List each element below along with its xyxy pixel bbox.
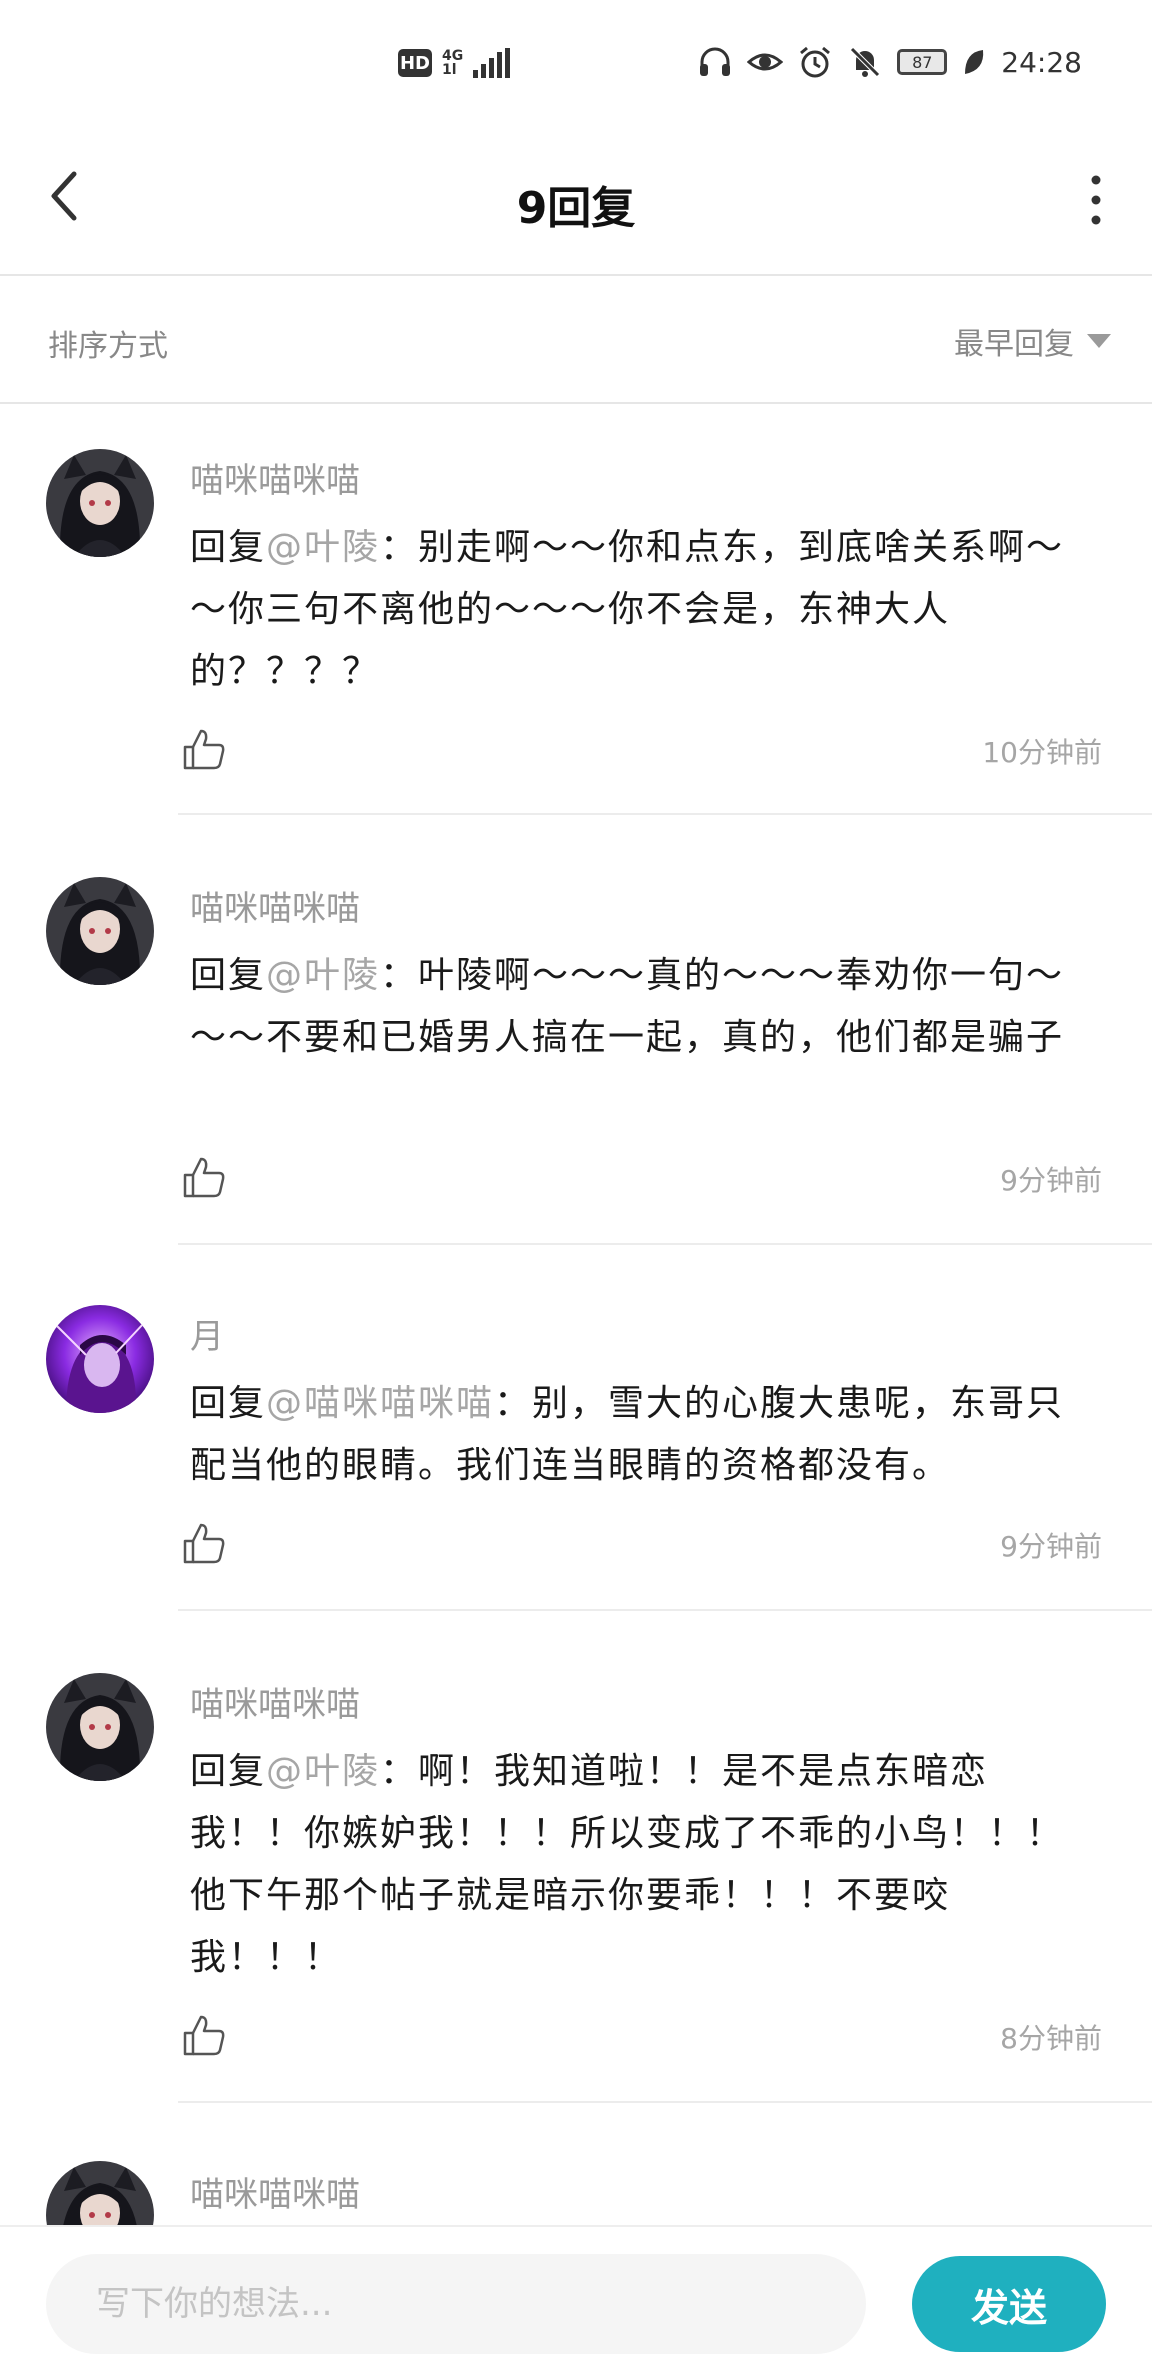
hd-badge: HD <box>398 49 432 77</box>
comment-username[interactable]: 喵咪喵咪喵 <box>190 453 360 502</box>
network-activity-label: 1l <box>442 62 457 78</box>
network-type: 4G 1l <box>442 49 463 77</box>
comment-item: 月 回复@喵咪喵咪喵：别，雪大的心腹大患呢，东哥只配当他的眼睛。我们连当眼睛的资… <box>0 1263 1152 1631</box>
sort-bar: 排序方式 最早回复 <box>0 277 1152 403</box>
comment-item: 喵咪喵咪喵 <box>0 2121 1152 2225</box>
network-type-label: 4G <box>442 48 464 64</box>
comment-item: 喵咪喵咪喵 回复@叶陵：啊！我知道啦！！是不是点东暗恋我！！你嫉妒我！！！所以变… <box>0 1631 1152 2121</box>
status-time: 24:28 <box>1001 45 1082 79</box>
status-icons: 87 24:28 <box>697 44 1082 80</box>
comment-username[interactable]: 喵咪喵咪喵 <box>190 2167 360 2216</box>
comment-text: 回复@叶陵：啊！我知道啦！！是不是点东暗恋我！！你嫉妒我！！！所以变成了不乖的小… <box>190 1741 1100 1989</box>
alarm-icon <box>800 46 831 78</box>
thumbs-up-icon[interactable] <box>182 1155 226 1199</box>
sort-label: 排序方式 <box>48 329 168 364</box>
page-title: 9回复 <box>516 183 636 234</box>
status-bar: HD 4G 1l 87 24:28 <box>0 0 1152 120</box>
comment-item: 喵咪喵咪喵 回复@叶陵：别走啊～～你和点东，到底啥关系啊～～你三句不离他的～～～… <box>0 405 1152 835</box>
comment-item: 喵咪喵咪喵 回复@叶陵：叶陵啊～～～真的～～～奉劝你一句～～～不要和已婚男人搞在… <box>0 835 1152 1263</box>
comment-divider <box>178 1243 1152 1245</box>
more-options-icon[interactable] <box>1084 172 1108 228</box>
avatar[interactable] <box>46 877 154 985</box>
comment-time: 10分钟前 <box>982 736 1102 769</box>
eye-icon <box>747 53 784 71</box>
comment-username[interactable]: 喵咪喵咪喵 <box>190 881 360 930</box>
reply-prefix: 回复 <box>190 527 267 568</box>
signal-icon <box>473 48 511 78</box>
comment-divider <box>178 1609 1152 1611</box>
comment-text: 回复@叶陵：别走啊～～你和点东，到底啥关系啊～～你三句不离他的～～～你不会是，东… <box>190 517 1100 703</box>
avatar[interactable] <box>46 1305 154 1413</box>
comment-text: 回复@叶陵：叶陵啊～～～真的～～～奉劝你一句～～～不要和已婚男人搞在一起，真的，… <box>190 945 1100 1069</box>
dropdown-caret-icon <box>1087 334 1111 348</box>
comment-time: 9分钟前 <box>1000 1164 1102 1197</box>
mention-link[interactable]: @叶陵 <box>266 1751 380 1792</box>
comment-time: 9分钟前 <box>1000 1530 1102 1563</box>
leaf-icon <box>965 50 984 74</box>
mention-link[interactable]: @喵咪喵咪喵 <box>266 1383 494 1424</box>
thumbs-up-icon[interactable] <box>182 727 226 771</box>
mention-link[interactable]: @叶陵 <box>266 527 380 568</box>
battery-indicator: 87 <box>897 49 948 75</box>
comment-list[interactable]: 喵咪喵咪喵 回复@叶陵：别走啊～～你和点东，到底啥关系啊～～你三句不离他的～～～… <box>0 405 1152 2225</box>
comment-time: 8分钟前 <box>1000 2022 1102 2055</box>
comment-text: 回复@喵咪喵咪喵：别，雪大的心腹大患呢，东哥只配当他的眼睛。我们连当眼睛的资格都… <box>190 1373 1100 1497</box>
comment-username[interactable]: 月 <box>190 1309 224 1358</box>
comment-composer: 发送 <box>0 2225 1152 2376</box>
thumbs-up-icon[interactable] <box>182 1521 226 1565</box>
mention-link[interactable]: @叶陵 <box>266 955 380 996</box>
sort-divider <box>0 402 1152 404</box>
mute-bell-icon <box>850 47 881 77</box>
comment-divider <box>178 813 1152 815</box>
comment-username[interactable]: 喵咪喵咪喵 <box>190 1677 360 1726</box>
header-divider <box>0 274 1152 276</box>
comment-divider <box>178 2101 1152 2103</box>
reply-prefix: 回复 <box>190 1383 267 1424</box>
send-button[interactable]: 发送 <box>912 2256 1106 2352</box>
reply-prefix: 回复 <box>190 1751 267 1792</box>
reply-prefix: 回复 <box>190 955 267 996</box>
comment-input[interactable] <box>46 2254 866 2354</box>
avatar[interactable] <box>46 449 154 557</box>
thumbs-up-icon[interactable] <box>182 2013 226 2057</box>
top-navigation-bar: 9回复 <box>0 120 1152 275</box>
avatar[interactable] <box>46 2161 154 2225</box>
headphones-icon <box>700 47 731 76</box>
sort-value: 最早回复 <box>954 327 1074 362</box>
network-indicators: HD 4G 1l <box>398 48 511 78</box>
avatar[interactable] <box>46 1673 154 1781</box>
sort-dropdown[interactable]: 最早回复 <box>954 319 1112 363</box>
